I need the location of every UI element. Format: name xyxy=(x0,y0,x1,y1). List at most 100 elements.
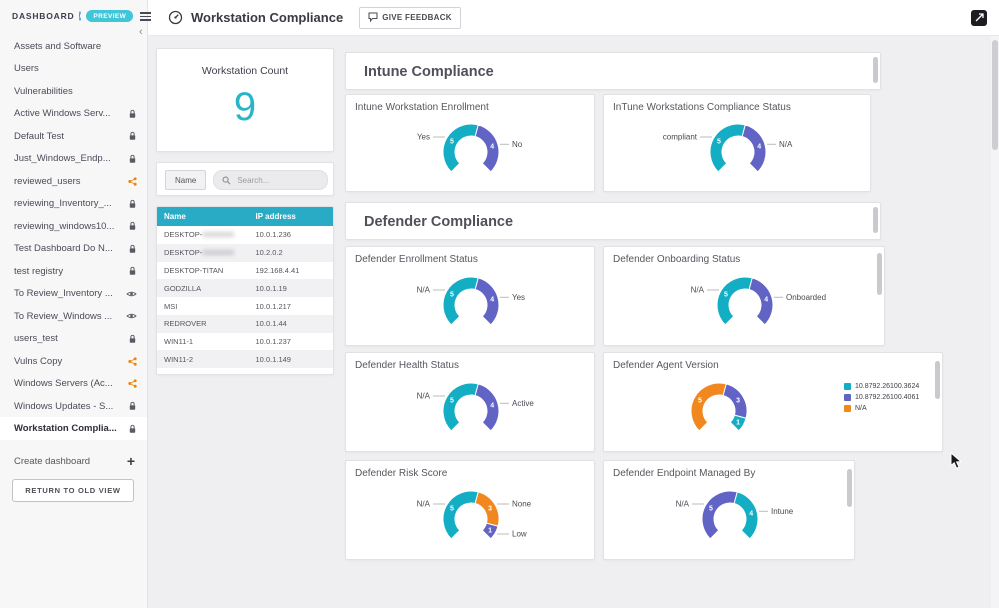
count-card-title: Workstation Count xyxy=(157,65,333,77)
card-scrollbar[interactable] xyxy=(877,253,882,295)
sidebar-item[interactable]: Just_Windows_Endp... xyxy=(0,147,147,170)
card-scrollbar[interactable] xyxy=(847,469,852,507)
sidebar-item[interactable]: Windows Servers (Ac... xyxy=(0,372,147,395)
search-box[interactable] xyxy=(213,170,328,190)
sidebar-item[interactable]: Vulnerabilities xyxy=(0,80,147,103)
table-row[interactable]: REDROVER10.0.1.44 xyxy=(157,315,333,333)
slice-label: None xyxy=(512,500,532,509)
slice-value: 5 xyxy=(450,505,454,512)
card-scrollbar[interactable] xyxy=(935,361,940,399)
sidebar-item-label: Windows Updates - S... xyxy=(14,401,122,412)
donut-slice[interactable] xyxy=(717,277,752,325)
sidebar-item[interactable]: reviewing_windows10... xyxy=(0,215,147,238)
sidebar-item[interactable]: users_test xyxy=(0,327,147,350)
sidebar-item[interactable]: Workstation Complia... xyxy=(0,417,147,440)
info-icon[interactable]: i xyxy=(79,11,81,21)
sidebar-item[interactable]: Assets and Software xyxy=(0,35,147,58)
sidebar-item[interactable]: Active Windows Serv... xyxy=(0,102,147,125)
legend-item[interactable]: 10.8792.26100.4061 xyxy=(844,394,919,401)
sidebar-item-label: Just_Windows_Endp... xyxy=(14,153,122,164)
table-row[interactable]: DESKTOP-XXXXXXX10.0.1.236 xyxy=(157,226,333,244)
chart-title: InTune Workstations Compliance Status xyxy=(604,95,870,113)
workstation-count-card: Workstation Count 9 xyxy=(156,48,334,152)
chart-card-defender-enrollment: Defender Enrollment Status 5N/A4Yes xyxy=(345,246,595,346)
donut-slice[interactable] xyxy=(710,124,745,172)
plus-icon[interactable]: + xyxy=(127,456,135,466)
donut-slice[interactable] xyxy=(475,125,499,172)
give-feedback-button[interactable]: GIVE FEEDBACK xyxy=(359,7,461,29)
donut-slice[interactable] xyxy=(475,492,499,526)
column-header-name[interactable]: Name xyxy=(157,207,249,226)
chart-card-intune-compliance-status: InTune Workstations Compliance Status 5c… xyxy=(603,94,871,192)
lock-icon xyxy=(128,334,137,344)
slice-value: 5 xyxy=(450,138,454,145)
chart-title: Intune Workstation Enrollment xyxy=(346,95,594,113)
table-row[interactable]: WINDEV2407EVAL192.168.178.61 xyxy=(157,368,333,375)
donut-slice[interactable] xyxy=(443,277,478,325)
donut-slice[interactable] xyxy=(475,278,499,325)
sidebar-item[interactable]: To Review_Windows ... xyxy=(0,305,147,328)
slice-value: 5 xyxy=(717,138,721,145)
cell-ip-address: 10.0.1.237 xyxy=(249,333,333,351)
slice-label: Yes xyxy=(512,293,525,302)
menu-icon[interactable] xyxy=(138,10,153,23)
sidebar-item-label: Users xyxy=(14,63,137,74)
feedback-icon xyxy=(368,12,378,24)
sidebar-item[interactable]: Test Dashboard Do N... xyxy=(0,237,147,260)
name-filter-dropdown[interactable]: Name xyxy=(165,170,206,190)
slice-value: 4 xyxy=(757,144,761,151)
donut-slice[interactable] xyxy=(734,492,758,539)
donut-slice[interactable] xyxy=(702,491,737,539)
sidebar-item[interactable]: reviewed_users xyxy=(0,170,147,193)
table-row[interactable]: WIN11-210.0.1.149 xyxy=(157,350,333,368)
collapse-sidebar-icon[interactable]: ‹ xyxy=(139,26,143,38)
sidebar-item[interactable]: To Review_Inventory ... xyxy=(0,282,147,305)
chart-legend: 10.8792.26100.3624 10.8792.26100.4061 N/A xyxy=(844,383,919,412)
card-scrollbar[interactable] xyxy=(873,57,878,83)
table-row[interactable]: DESKTOP-XXXXXXX10.2.0.2 xyxy=(157,244,333,262)
donut-slice[interactable] xyxy=(443,491,478,539)
cell-ip-address: 10.0.1.217 xyxy=(249,297,333,315)
gauge-icon xyxy=(168,10,183,25)
donut-slice[interactable] xyxy=(443,383,478,431)
legend-item[interactable]: N/A xyxy=(844,405,919,412)
share-icon xyxy=(128,357,137,366)
table-row[interactable]: MSI10.0.1.217 xyxy=(157,297,333,315)
table-row[interactable]: GODZILLA10.0.1.19 xyxy=(157,279,333,297)
popout-icon[interactable] xyxy=(971,10,987,26)
slice-label: N/A xyxy=(417,392,431,401)
donut-slice[interactable] xyxy=(723,384,747,418)
sidebar-item[interactable]: Vulns Copy xyxy=(0,350,147,373)
legend-item[interactable]: 10.8792.26100.3624 xyxy=(844,383,919,390)
donut-slice[interactable] xyxy=(443,124,478,172)
table-row[interactable]: WIN11-110.0.1.237 xyxy=(157,333,333,351)
donut-slice[interactable] xyxy=(742,125,766,172)
cell-ip-address: 10.2.0.2 xyxy=(249,244,333,262)
vertical-scrollbar-track[interactable] xyxy=(991,36,999,608)
donut-slice[interactable] xyxy=(691,383,726,431)
create-dashboard-button[interactable]: Create dashboard + xyxy=(0,456,147,467)
slice-value: 1 xyxy=(736,419,740,426)
slice-label: No xyxy=(512,140,523,149)
donut-chart-defender-onboarding: 5N/A4Onboarded xyxy=(604,265,886,345)
lock-icon xyxy=(128,244,137,254)
sidebar-item[interactable]: Default Test xyxy=(0,125,147,148)
chart-card-defender-endpoint-managed-by: Defender Endpoint Managed By 5N/A4Intune xyxy=(603,460,855,560)
sidebar-item[interactable]: reviewing_Inventory_... xyxy=(0,192,147,215)
search-input[interactable] xyxy=(235,175,319,186)
sidebar-item-label: Vulnerabilities xyxy=(14,86,137,97)
chart-title: Defender Risk Score xyxy=(346,461,594,479)
sidebar-item-label: users_test xyxy=(14,333,122,344)
donut-slice[interactable] xyxy=(475,384,499,431)
donut-slice[interactable] xyxy=(749,278,773,325)
vertical-scrollbar-thumb[interactable] xyxy=(992,40,998,150)
column-header-ip[interactable]: IP address xyxy=(249,207,333,226)
card-scrollbar[interactable] xyxy=(873,207,878,233)
sidebar-item[interactable]: Users xyxy=(0,57,147,80)
slice-value: 4 xyxy=(764,297,768,304)
sidebar-item-label: reviewing_windows10... xyxy=(14,221,122,232)
sidebar-item[interactable]: test registry xyxy=(0,260,147,283)
return-to-old-view-button[interactable]: RETURN TO OLD VIEW xyxy=(12,479,134,502)
sidebar-item[interactable]: Windows Updates - S... xyxy=(0,395,147,418)
table-row[interactable]: DESKTOP-TITAN192.168.4.41 xyxy=(157,262,333,280)
